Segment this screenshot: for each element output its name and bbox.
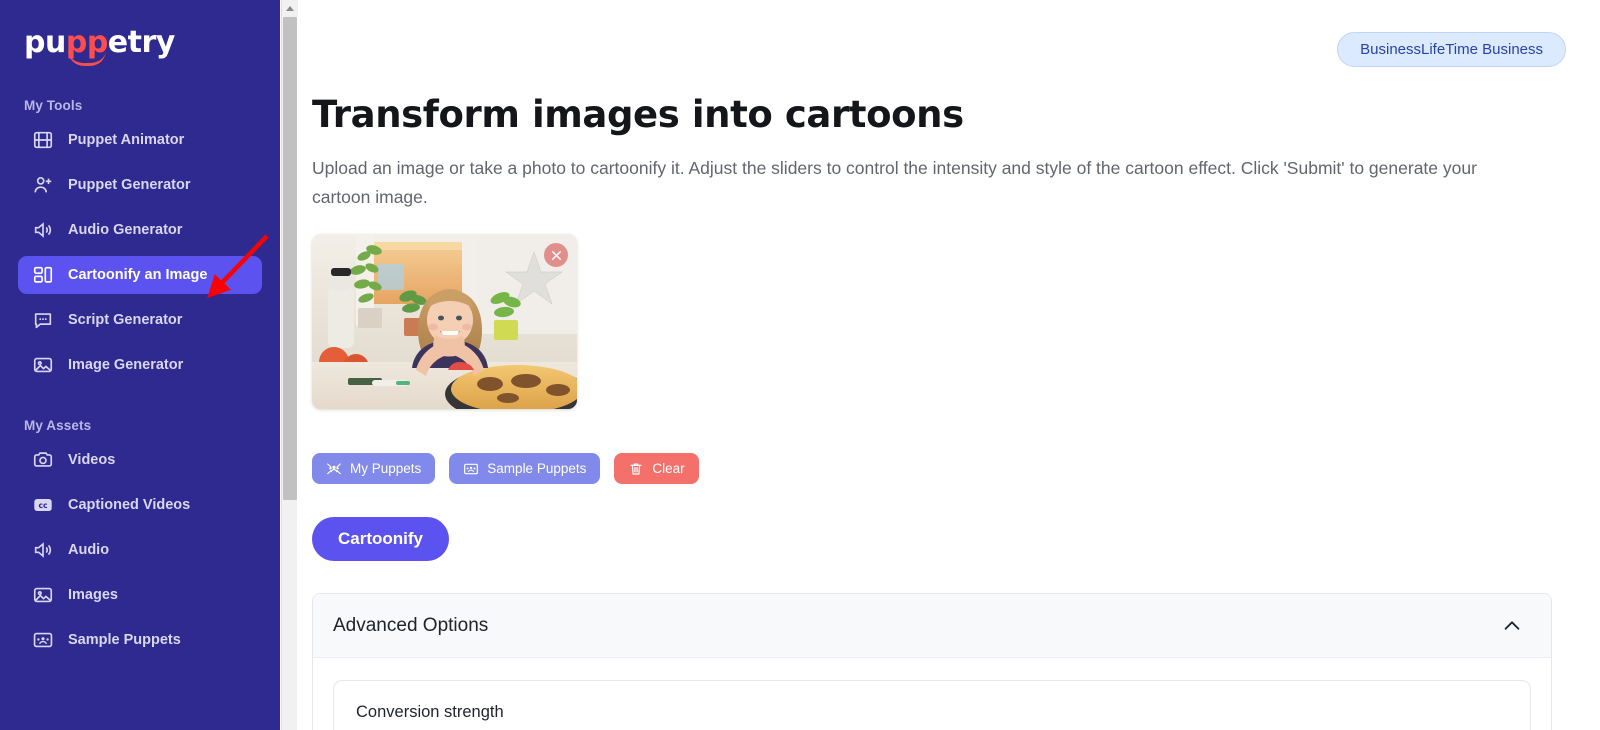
scrollbar-thumb[interactable] <box>283 17 297 500</box>
page-description: Upload an image or take a photo to carto… <box>312 158 1477 207</box>
logo-text: puppetry <box>24 26 204 60</box>
sidebar-item-captioned-videos[interactable]: cc Captioned Videos <box>18 486 262 524</box>
sidebar-item-label: Images <box>68 587 118 603</box>
page-scrollbar[interactable] <box>281 0 298 730</box>
user-plus-icon <box>32 174 54 196</box>
chat-bubble-icon <box>32 309 54 331</box>
group-card-icon <box>463 461 479 477</box>
sidebar: puppetry My Tools Puppet Animator Puppet… <box>0 0 280 730</box>
sidebar-item-label: Puppet Generator <box>68 177 191 193</box>
uploaded-image-thumbnail[interactable] <box>312 234 577 409</box>
plan-badge[interactable]: BusinessLifeTime Business <box>1337 32 1566 67</box>
sample-puppets-button[interactable]: Sample Puppets <box>449 453 601 484</box>
clear-button[interactable]: Clear <box>614 453 699 484</box>
my-puppets-button[interactable]: My Puppets <box>312 453 436 484</box>
camera-icon <box>32 449 54 471</box>
logo-text-accent: pp <box>65 25 108 60</box>
scrollbar-up-button[interactable] <box>282 0 298 17</box>
speaker-icon <box>32 219 54 241</box>
logo-text-part3: etry <box>107 25 176 60</box>
sidebar-nav-assets: Videos cc Captioned Videos Audio Images <box>0 441 280 659</box>
remove-image-button[interactable] <box>544 243 568 267</box>
sidebar-item-label: Cartoonify an Image <box>68 267 208 283</box>
conversion-strength-field: Conversion strength <box>333 680 1531 730</box>
sidebar-item-cartoonify-an-image[interactable]: Cartoonify an Image <box>18 256 262 294</box>
app-logo[interactable]: puppetry <box>24 26 204 68</box>
advanced-options-title: Advanced Options <box>333 614 489 636</box>
sidebar-item-script-generator[interactable]: Script Generator <box>18 301 262 339</box>
close-icon <box>551 250 561 260</box>
sidebar-item-image-generator[interactable]: Image Generator <box>18 346 262 384</box>
sidebar-item-label: Sample Puppets <box>68 632 181 648</box>
sidebar-item-label: Audio Generator <box>68 222 183 238</box>
trash-icon <box>628 461 644 477</box>
app-root: puppetry My Tools Puppet Animator Puppet… <box>0 0 1600 730</box>
sidebar-item-label: Audio <box>68 542 110 558</box>
advanced-options-header[interactable]: Advanced Options <box>313 594 1551 658</box>
button-label: Clear <box>652 461 685 476</box>
button-label: My Puppets <box>350 461 422 476</box>
sidebar-nav-tools: Puppet Animator Puppet Generator Audio G… <box>0 121 280 384</box>
sidebar-section-label-assets: My Assets <box>24 418 92 433</box>
svg-text:cc: cc <box>38 501 48 510</box>
sidebar-item-videos[interactable]: Videos <box>18 441 262 479</box>
film-icon <box>32 129 54 151</box>
conversion-strength-label: Conversion strength <box>356 703 504 721</box>
picture-icon <box>32 354 54 376</box>
advanced-options-body: Conversion strength <box>313 658 1551 730</box>
main-content: BusinessLifeTime Business Transform imag… <box>280 0 1600 730</box>
sidebar-item-audio-generator[interactable]: Audio Generator <box>18 211 262 249</box>
speaker-icon <box>32 539 54 561</box>
sidebar-item-audio[interactable]: Audio <box>18 531 262 569</box>
layout-blocks-icon <box>32 264 54 286</box>
advanced-options-panel: Advanced Options Conversion strength <box>312 593 1552 730</box>
puppets-icon <box>326 461 342 477</box>
sidebar-section-label-tools: My Tools <box>24 98 83 113</box>
sidebar-item-label: Image Generator <box>68 357 184 373</box>
caret-up-icon <box>286 6 294 11</box>
button-label: Sample Puppets <box>487 461 587 476</box>
cartoonify-submit-button[interactable]: Cartoonify <box>312 517 449 561</box>
sidebar-item-label: Puppet Animator <box>68 132 185 148</box>
sidebar-item-images[interactable]: Images <box>18 576 262 614</box>
picture-icon <box>32 584 54 606</box>
sidebar-item-label: Videos <box>68 452 116 468</box>
logo-text-part1: pu <box>24 25 66 60</box>
page-title: Transform images into cartoons <box>312 93 964 136</box>
sidebar-item-puppet-animator[interactable]: Puppet Animator <box>18 121 262 159</box>
sidebar-item-sample-puppets[interactable]: Sample Puppets <box>18 621 262 659</box>
group-card-icon <box>32 629 54 651</box>
sidebar-item-puppet-generator[interactable]: Puppet Generator <box>18 166 262 204</box>
sidebar-item-label: Script Generator <box>68 312 183 328</box>
chevron-up-icon[interactable] <box>1501 615 1523 637</box>
header-bar: BusinessLifeTime Business <box>312 0 1566 67</box>
image-source-actions: My Puppets Sample Puppets Clear <box>312 453 1552 484</box>
cc-icon: cc <box>32 494 54 516</box>
uploaded-image-preview <box>312 234 577 409</box>
sidebar-item-label: Captioned Videos <box>68 497 191 513</box>
